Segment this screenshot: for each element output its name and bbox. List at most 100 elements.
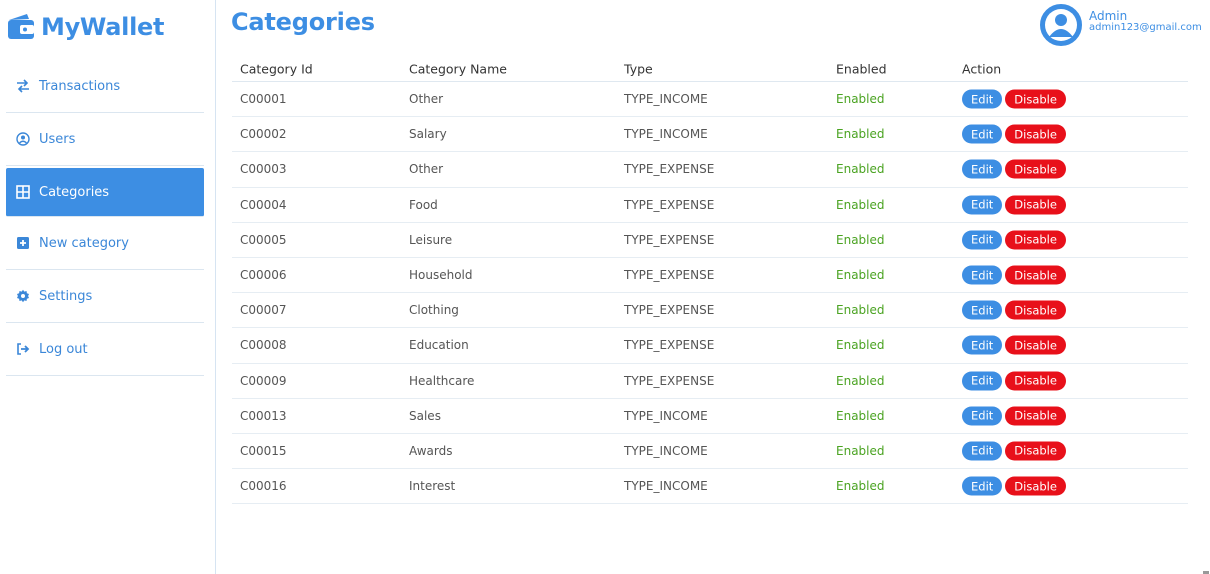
disable-button[interactable]: Disable: [1005, 265, 1066, 285]
sidebar-item-label: Log out: [39, 341, 88, 357]
gear-icon: [16, 289, 30, 303]
edit-button[interactable]: Edit: [962, 300, 1003, 320]
sidebar-item-label: Categories: [39, 184, 110, 200]
grid-icon: [16, 185, 30, 199]
edit-button[interactable]: Edit: [962, 335, 1003, 355]
category-type-cell: TYPE_INCOME: [624, 408, 708, 423]
category-name-cell: Clothing: [409, 303, 459, 318]
disable-button[interactable]: Disable: [1005, 195, 1066, 215]
edit-button[interactable]: Edit: [962, 159, 1003, 179]
disable-button[interactable]: Disable: [1005, 406, 1066, 426]
category-id-cell: C00004: [240, 197, 287, 212]
action-cell: Edit Disable: [962, 159, 1066, 179]
edit-button[interactable]: Edit: [962, 124, 1003, 144]
table-row: C00002 Salary TYPE_INCOME Enabled Edit Disabl…: [232, 117, 1188, 153]
category-name-cell: Awards: [409, 443, 453, 458]
disable-button[interactable]: Disable: [1005, 335, 1066, 355]
disable-button[interactable]: Disable: [1005, 371, 1066, 391]
column-header-action: Action: [962, 61, 1002, 76]
category-id-cell: C00016: [240, 479, 287, 494]
enabled-status-cell: Enabled: [836, 479, 885, 494]
edit-button[interactable]: Edit: [962, 371, 1003, 391]
action-cell: Edit Disable: [962, 230, 1066, 250]
category-name-cell: Leisure: [409, 232, 453, 247]
table-row: C00016 Interest TYPE_INCOME Enabled Edit Disa…: [232, 469, 1188, 505]
disable-button[interactable]: Disable: [1005, 476, 1066, 496]
sidebar-item-settings[interactable]: Settings: [6, 270, 204, 323]
category-type-cell: TYPE_INCOME: [624, 443, 708, 458]
table-header-row: Category Id Category Name Type Enabled A…: [232, 56, 1188, 82]
category-id-cell: C00007: [240, 303, 287, 318]
sidebar-item-new-category[interactable]: New category: [6, 217, 204, 270]
category-id-cell: C00002: [240, 127, 287, 142]
category-type-cell: TYPE_EXPENSE: [624, 232, 715, 247]
sidebar-item-users[interactable]: Users: [6, 113, 204, 166]
enabled-status-cell: Enabled: [836, 303, 885, 318]
table-row: C00005 Leisure TYPE_EXPENSE Enabled Edit Disa…: [232, 223, 1188, 258]
category-name-cell: Household: [409, 268, 473, 283]
enabled-status-cell: Enabled: [836, 408, 885, 423]
enabled-status-cell: Enabled: [836, 232, 885, 247]
wallet-icon: [6, 12, 36, 42]
category-name-cell: Interest: [409, 479, 456, 494]
action-cell: Edit Disable: [962, 335, 1066, 355]
user-email: admin123@gmail.com: [1089, 22, 1202, 33]
enabled-status-cell: Enabled: [836, 268, 885, 283]
avatar[interactable]: [1040, 4, 1082, 46]
action-cell: Edit Disable: [962, 265, 1066, 285]
category-type-cell: TYPE_EXPENSE: [624, 303, 715, 318]
disable-button[interactable]: Disable: [1005, 230, 1066, 250]
category-id-cell: C00008: [240, 338, 287, 353]
enabled-status-cell: Enabled: [836, 443, 885, 458]
action-cell: Edit Disable: [962, 195, 1066, 215]
table-row: C00007 Clothing TYPE_EXPENSE Enabled Edit Dis…: [232, 293, 1188, 329]
table-row: C00001 Other TYPE_INCOME Enabled Edit Disable: [232, 82, 1188, 118]
sidebar: MyWallet Transactions Users Categories N…: [0, 0, 216, 574]
edit-button[interactable]: Edit: [962, 230, 1003, 250]
column-header-category-id: Category Id: [240, 61, 313, 76]
table-row: C00013 Sales TYPE_INCOME Enabled Edit Disable: [232, 399, 1188, 434]
user-name: Admin: [1089, 9, 1128, 23]
category-name-cell: Salary: [409, 127, 447, 142]
sidebar-item-log-out[interactable]: Log out: [6, 323, 204, 376]
disable-button[interactable]: Disable: [1005, 300, 1066, 320]
table-row: C00015 Awards TYPE_INCOME Enabled Edit Disabl…: [232, 434, 1188, 470]
enabled-status-cell: Enabled: [836, 373, 885, 388]
edit-button[interactable]: Edit: [962, 195, 1003, 215]
table-row: C00009 Healthcare TYPE_EXPENSE Enabled Edit D…: [232, 364, 1188, 399]
enabled-status-cell: Enabled: [836, 338, 885, 353]
brand-logo[interactable]: MyWallet: [6, 12, 164, 42]
action-cell: Edit Disable: [962, 476, 1066, 496]
edit-button[interactable]: Edit: [962, 265, 1003, 285]
sidebar-item-label: Transactions: [39, 78, 121, 94]
category-name-cell: Healthcare: [409, 373, 475, 388]
disable-button[interactable]: Disable: [1005, 124, 1066, 144]
category-type-cell: TYPE_EXPENSE: [624, 268, 715, 283]
sidebar-nav: Transactions Users Categories New catego…: [6, 60, 204, 376]
category-name-cell: Other: [409, 92, 444, 107]
table-row: C00003 Other TYPE_EXPENSE Enabled Edit Disabl…: [232, 152, 1188, 188]
table-row: C00008 Education TYPE_EXPENSE Enabled Edit Di…: [232, 328, 1188, 364]
disable-button[interactable]: Disable: [1005, 441, 1066, 461]
edit-button[interactable]: Edit: [962, 441, 1003, 461]
sidebar-item-transactions[interactable]: Transactions: [6, 60, 204, 113]
sidebar-item-categories[interactable]: Categories: [6, 168, 204, 217]
categories-table: Category Id Category Name Type Enabled A…: [232, 56, 1188, 505]
category-id-cell: C00005: [240, 232, 287, 247]
edit-button[interactable]: Edit: [962, 89, 1003, 109]
action-cell: Edit Disable: [962, 371, 1066, 391]
table-row: C00006 Household TYPE_EXPENSE Enabled Edit Di…: [232, 258, 1188, 294]
category-type-cell: TYPE_INCOME: [624, 127, 708, 142]
table-row: C00004 Food TYPE_EXPENSE Enabled Edit Disable: [232, 188, 1188, 223]
plus-square-icon: [16, 236, 30, 250]
disable-button[interactable]: Disable: [1005, 159, 1066, 179]
category-id-cell: C00009: [240, 373, 287, 388]
user-circle-icon: [16, 132, 30, 146]
page-title: Categories: [231, 8, 375, 36]
edit-button[interactable]: Edit: [962, 406, 1003, 426]
disable-button[interactable]: Disable: [1005, 89, 1066, 109]
user-menu[interactable]: Admin admin123@gmail.com: [1040, 4, 1202, 46]
category-id-cell: C00013: [240, 408, 287, 423]
action-cell: Edit Disable: [962, 89, 1066, 109]
edit-button[interactable]: Edit: [962, 476, 1003, 496]
